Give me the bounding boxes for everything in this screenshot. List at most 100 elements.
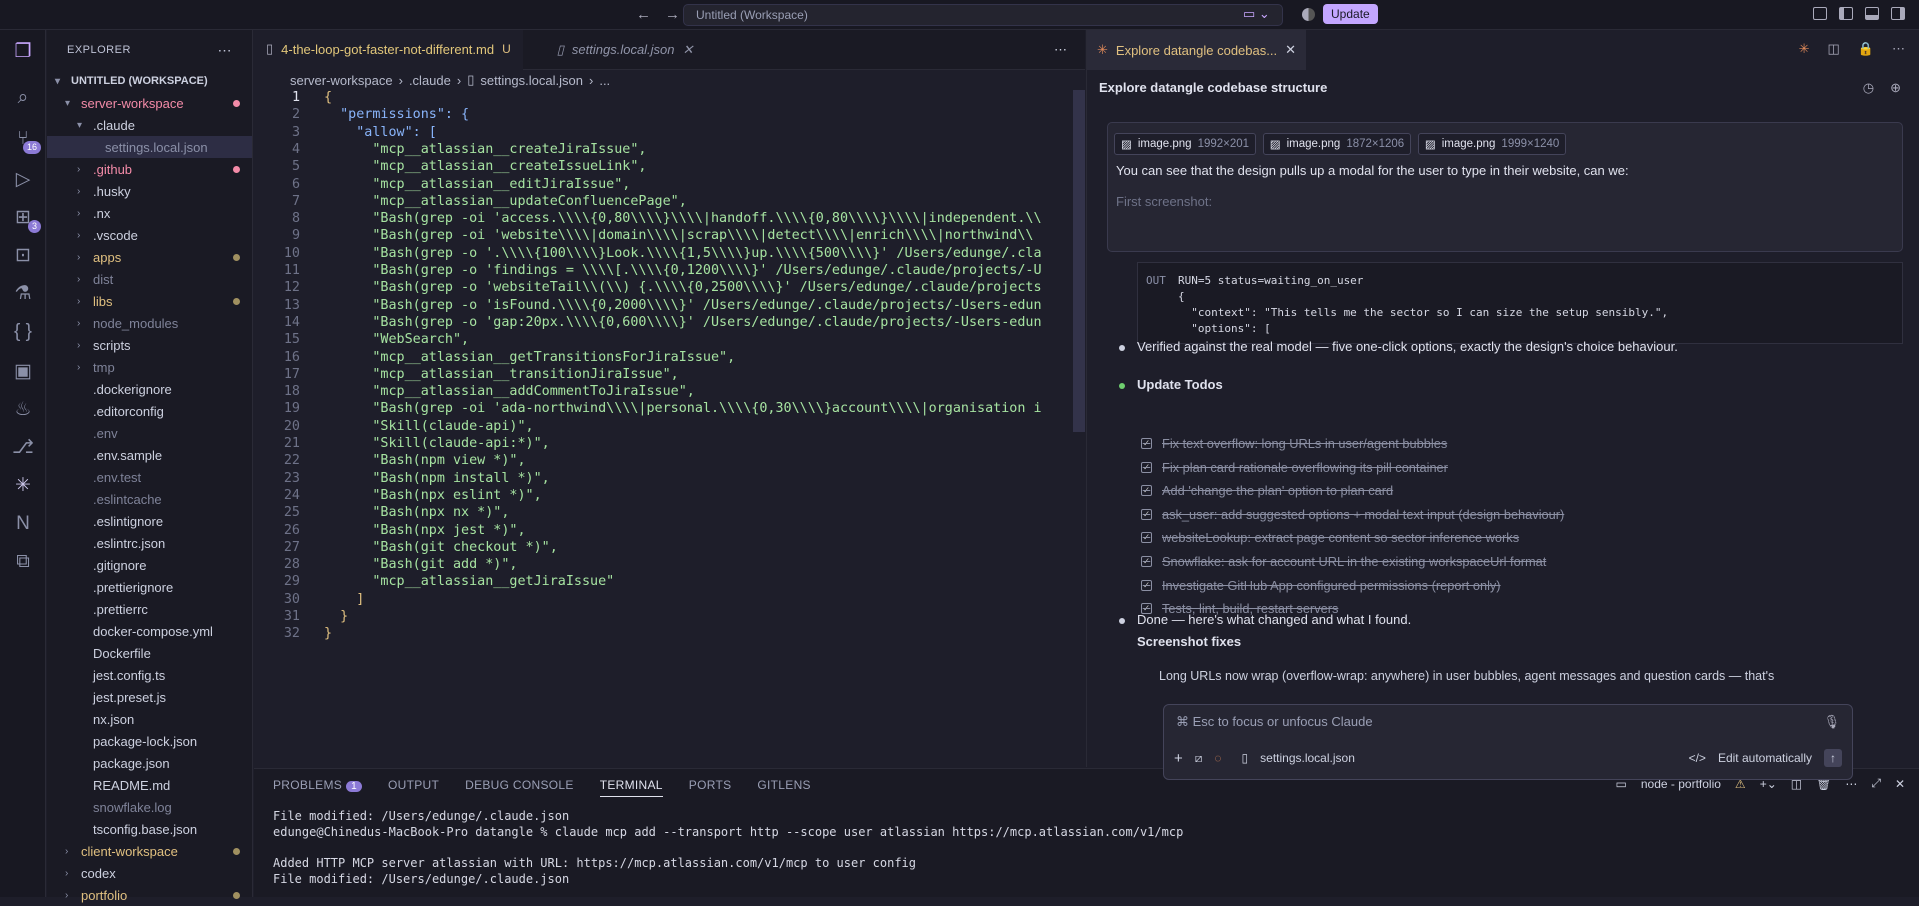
customize-layout-icon[interactable]	[1813, 7, 1827, 20]
chat-icon[interactable]: ▭ ⌄	[1243, 6, 1270, 22]
run-debug-icon[interactable]: ▷	[11, 168, 35, 192]
tree-item[interactable]: .prettierrc	[47, 598, 252, 620]
editor-scrollbar[interactable]	[1073, 90, 1085, 432]
attached-file[interactable]: settings.local.json	[1260, 751, 1355, 765]
tree-item[interactable]: › client-workspace	[47, 840, 252, 862]
tree-item[interactable]: settings.local.json	[47, 136, 252, 158]
tree-item[interactable]: .prettierignore	[47, 576, 252, 598]
tree-item[interactable]: package.json	[47, 752, 252, 774]
close-icon[interactable]: ✕	[1895, 777, 1905, 791]
new-chat-icon[interactable]: ⊕	[1890, 80, 1901, 96]
tree-item[interactable]: .env.sample	[47, 444, 252, 466]
breadcrumb-item[interactable]: .claude	[409, 73, 451, 88]
image-attachment[interactable]: ▨ image.png 1992×201	[1114, 133, 1257, 155]
claude-chat-tab[interactable]: ✳ Explore datangle codebas... ✕	[1087, 30, 1306, 70]
close-icon[interactable]: ✕	[683, 42, 694, 58]
tree-item[interactable]: ▾ server-workspace	[47, 92, 252, 114]
tree-item[interactable]: .env.test	[47, 466, 252, 488]
tab-markdown-file[interactable]: ▯ 4-the-loop-got-faster-not-different.md…	[254, 29, 523, 70]
tree-item[interactable]: › portfolio	[47, 884, 252, 906]
forward-icon[interactable]: →	[665, 6, 680, 23]
testing-icon[interactable]: ⚗	[11, 282, 35, 306]
tree-item[interactable]: tsconfig.base.json	[47, 818, 252, 840]
extensions-icon[interactable]: ⊞ 3	[11, 206, 41, 233]
more-icon[interactable]: ⋯	[1892, 41, 1905, 57]
history-icon[interactable]: ◷	[1863, 80, 1874, 96]
toggle-secondary-sidebar-icon[interactable]	[1891, 7, 1905, 20]
docker-icon[interactable]: ▣	[11, 360, 35, 384]
tree-item[interactable]: jest.preset.js	[47, 686, 252, 708]
microphone-icon[interactable]: 🎙	[1823, 714, 1840, 730]
tree-item[interactable]: package-lock.json	[47, 730, 252, 752]
explorer-icon[interactable]: ❐	[11, 40, 35, 64]
split-editor-icon[interactable]: ◫	[1828, 41, 1840, 57]
tree-item[interactable]: Dockerfile	[47, 642, 252, 664]
tab-problems[interactable]: PROBLEMS 1	[273, 778, 362, 792]
breadcrumb-item[interactable]: server-workspace	[290, 73, 393, 88]
code-editor[interactable]: 1 {2 "permissions": {3 "allow": [4 "mcp__…	[254, 90, 1074, 768]
tree-item[interactable]: .dockerignore	[47, 378, 252, 400]
tab-gitlens[interactable]: GITLENS	[757, 778, 810, 792]
tab-terminal[interactable]: TERMINAL	[599, 778, 663, 797]
tree-item[interactable]: › apps	[47, 246, 252, 268]
edit-mode-button[interactable]: Edit automatically	[1718, 751, 1812, 765]
tree-item[interactable]: › codex	[47, 862, 252, 884]
image-attachment[interactable]: ▨ image.png 1999×1240	[1417, 133, 1567, 155]
copilot-icon[interactable]	[1302, 8, 1315, 21]
claude-icon[interactable]: ✳	[11, 474, 35, 498]
tree-item[interactable]: snowflake.log	[47, 796, 252, 818]
tree-item[interactable]: docker-compose.yml	[47, 620, 252, 642]
tree-item[interactable]: ▾ .claude	[47, 114, 252, 136]
tab-ports[interactable]: PORTS	[689, 778, 732, 792]
tree-item[interactable]: jest.config.ts	[47, 664, 252, 686]
tree-item[interactable]: › .github	[47, 158, 252, 180]
tree-item[interactable]: .env	[47, 422, 252, 444]
workspace-root[interactable]: ▾ UNTITLED (WORKSPACE)	[47, 70, 252, 92]
tree-item[interactable]: › scripts	[47, 334, 252, 356]
tab-output[interactable]: OUTPUT	[388, 778, 439, 792]
editor-more-icon[interactable]: ⋯	[1054, 42, 1067, 58]
tree-item[interactable]: › dist	[47, 268, 252, 290]
toggle-sidebar-icon[interactable]	[1839, 7, 1853, 20]
search-icon[interactable]: ⌕	[11, 86, 35, 110]
prompt-input[interactable]: ⌘ Esc to focus or unfocus Claude	[1164, 705, 1852, 739]
image-attachment[interactable]: ▨ image.png 1872×1206	[1262, 133, 1412, 155]
tab-settings-local-json[interactable]: ▯ settings.local.json ✕	[545, 30, 706, 70]
maximize-icon[interactable]: ⤢	[1871, 776, 1881, 791]
nx-icon[interactable]: N	[11, 512, 35, 536]
toggle-panel-icon[interactable]	[1865, 7, 1879, 20]
claude-logo-icon[interactable]: ✳	[1799, 41, 1810, 57]
tree-item[interactable]: › .husky	[47, 180, 252, 202]
lock-icon[interactable]: 🔒	[1858, 41, 1874, 57]
add-icon[interactable]: +	[1174, 750, 1183, 767]
tree-item[interactable]: .editorconfig	[47, 400, 252, 422]
tree-item[interactable]: .eslintcache	[47, 488, 252, 510]
tree-item[interactable]: .eslintrc.json	[47, 532, 252, 554]
command-center-search[interactable]: Untitled (Workspace)	[683, 4, 1283, 26]
remote-explorer-icon[interactable]: ⧉	[11, 550, 35, 574]
json-icon[interactable]: { }	[11, 320, 35, 344]
tree-item[interactable]: › .nx	[47, 202, 252, 224]
tree-item[interactable]: › tmp	[47, 356, 252, 378]
tree-item[interactable]: › libs	[47, 290, 252, 312]
tree-item[interactable]: nx.json	[47, 708, 252, 730]
terminal-output[interactable]: File modified: /Users/edunge/.claude.jso…	[254, 801, 1919, 896]
tree-item[interactable]: .eslintignore	[47, 510, 252, 532]
tree-item[interactable]: › .vscode	[47, 224, 252, 246]
tab-debug-console[interactable]: DEBUG CONSOLE	[465, 778, 574, 792]
tree-item[interactable]: .gitignore	[47, 554, 252, 576]
tree-item[interactable]: README.md	[47, 774, 252, 796]
python-icon[interactable]: ♨	[11, 398, 35, 422]
send-button[interactable]: ↑	[1824, 749, 1842, 767]
slash-command-icon[interactable]: ⧄	[1195, 751, 1203, 766]
breadcrumb-item[interactable]: ...	[599, 73, 610, 88]
tree-item[interactable]: › node_modules	[47, 312, 252, 334]
breadcrumb-item[interactable]: settings.local.json	[480, 73, 583, 88]
gitlens-icon[interactable]: ⎇	[11, 436, 35, 460]
remote-icon[interactable]: ⊡	[11, 244, 35, 268]
more-actions-icon[interactable]: ⋯	[218, 42, 233, 59]
back-icon[interactable]: ←	[636, 6, 651, 23]
update-button[interactable]: Update	[1323, 4, 1378, 24]
source-control-icon[interactable]: ⑂ 16	[11, 127, 41, 154]
close-icon[interactable]: ✕	[1285, 42, 1296, 58]
